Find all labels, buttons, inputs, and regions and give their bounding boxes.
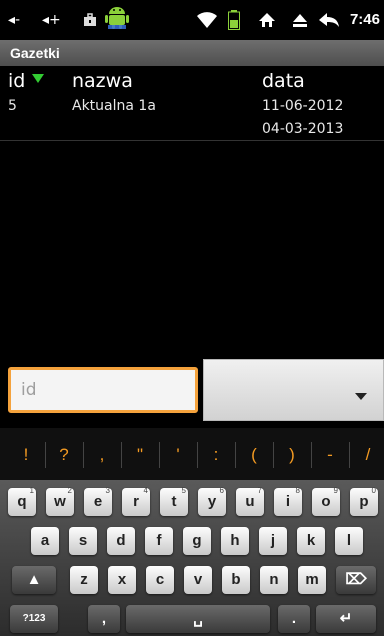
key-n[interactable]: n bbox=[260, 566, 288, 594]
key-hint-3: 3 bbox=[105, 486, 110, 495]
table-cell-date[interactable]: 04-03-2013 bbox=[262, 121, 343, 137]
status-time: 7:46 bbox=[349, 11, 380, 28]
numbers-key[interactable]: ?123 bbox=[10, 605, 58, 633]
suggestion-4[interactable]: ' bbox=[168, 445, 188, 465]
signal-plus-icon: ◂+ bbox=[42, 12, 61, 28]
period-key[interactable]: . bbox=[278, 605, 310, 633]
key-d[interactable]: d bbox=[107, 527, 135, 555]
enter-key[interactable]: ↵ bbox=[316, 605, 376, 633]
dropdown-arrow-icon bbox=[355, 393, 367, 400]
screen: ◂- ◂+ 7:46 Gazetki id nazwa data 5 Aktua… bbox=[0, 0, 384, 636]
key-hint-9: 9 bbox=[333, 486, 338, 495]
date-spinner[interactable] bbox=[203, 359, 384, 421]
key-k[interactable]: k bbox=[297, 527, 325, 555]
eject-icon bbox=[292, 10, 308, 30]
key-u[interactable]: u7 bbox=[236, 486, 264, 516]
suggestion-divider bbox=[235, 442, 236, 468]
key-e[interactable]: e3 bbox=[84, 486, 112, 516]
suggestion-divider bbox=[273, 442, 274, 468]
key-hint-0: 0 bbox=[371, 486, 376, 495]
key-c[interactable]: c bbox=[146, 566, 174, 594]
key-q[interactable]: q1 bbox=[8, 486, 36, 516]
key-r[interactable]: r4 bbox=[122, 486, 150, 516]
status-bar: ◂- ◂+ 7:46 bbox=[0, 0, 384, 40]
android-icon bbox=[104, 6, 130, 29]
sort-descending-icon bbox=[32, 74, 44, 83]
key-g[interactable]: g bbox=[183, 527, 211, 555]
key-hint-2: 2 bbox=[67, 486, 72, 495]
suggestion-9[interactable]: / bbox=[358, 445, 378, 465]
table-cell-id[interactable]: 5 bbox=[8, 98, 17, 114]
back-arrow-icon bbox=[318, 10, 340, 30]
spacebar[interactable]: ␣ bbox=[126, 605, 270, 633]
column-header-date[interactable]: data bbox=[262, 70, 305, 92]
key-hint-8: 8 bbox=[295, 486, 300, 495]
key-hint-5: 5 bbox=[181, 486, 186, 495]
key-l[interactable]: l bbox=[335, 527, 363, 555]
key-m[interactable]: m bbox=[298, 566, 326, 594]
shift-key[interactable]: ▲ bbox=[12, 566, 56, 594]
column-header-id[interactable]: id bbox=[8, 70, 25, 92]
column-header-name[interactable]: nazwa bbox=[72, 70, 133, 92]
suggestion-3[interactable]: " bbox=[130, 445, 150, 465]
suggestion-divider bbox=[349, 442, 350, 468]
suggestion-5[interactable]: : bbox=[206, 445, 226, 465]
key-w[interactable]: w2 bbox=[46, 486, 74, 516]
signal-minus-icon: ◂- bbox=[8, 12, 21, 28]
key-i[interactable]: i8 bbox=[274, 486, 302, 516]
briefcase-icon bbox=[82, 10, 98, 30]
key-z[interactable]: z bbox=[70, 566, 98, 594]
suggestion-1[interactable]: ? bbox=[54, 445, 74, 465]
key-t[interactable]: t5 bbox=[160, 486, 188, 516]
table-cell-name[interactable]: Aktualna 1a bbox=[72, 98, 156, 114]
key-hint-4: 4 bbox=[143, 486, 148, 495]
key-hint-6: 6 bbox=[219, 486, 224, 495]
suggestion-2[interactable]: , bbox=[92, 445, 112, 465]
suggestion-7[interactable]: ) bbox=[282, 445, 302, 465]
delete-key[interactable]: ⌦ bbox=[336, 566, 376, 594]
table-cell-date[interactable]: 11-06-2012 bbox=[262, 98, 343, 114]
key-hint-7: 7 bbox=[257, 486, 262, 495]
suggestion-8[interactable]: - bbox=[320, 445, 340, 465]
suggestion-divider bbox=[45, 442, 46, 468]
suggestion-0[interactable]: ! bbox=[16, 445, 36, 465]
suggestion-divider bbox=[83, 442, 84, 468]
key-b[interactable]: b bbox=[222, 566, 250, 594]
key-j[interactable]: j bbox=[259, 527, 287, 555]
key-y[interactable]: y6 bbox=[198, 486, 226, 516]
key-a[interactable]: a bbox=[31, 527, 59, 555]
suggestion-6[interactable]: ( bbox=[244, 445, 264, 465]
key-x[interactable]: x bbox=[108, 566, 136, 594]
key-h[interactable]: h bbox=[221, 527, 249, 555]
home-icon bbox=[258, 10, 276, 30]
suggestion-divider bbox=[311, 442, 312, 468]
suggestion-divider bbox=[121, 442, 122, 468]
table-divider bbox=[0, 140, 384, 141]
suggestion-divider bbox=[159, 442, 160, 468]
key-v[interactable]: v bbox=[184, 566, 212, 594]
id-input[interactable]: id bbox=[8, 367, 198, 413]
key-s[interactable]: s bbox=[69, 527, 97, 555]
key-hint-1: 1 bbox=[29, 486, 34, 495]
wifi-icon bbox=[196, 10, 218, 30]
suggestion-divider bbox=[197, 442, 198, 468]
key-p[interactable]: p0 bbox=[350, 486, 378, 516]
key-f[interactable]: f bbox=[145, 527, 173, 555]
key-o[interactable]: o9 bbox=[312, 486, 340, 516]
comma-key[interactable]: , bbox=[88, 605, 120, 633]
battery-icon bbox=[228, 10, 240, 30]
page-title: Gazetki bbox=[0, 40, 384, 66]
